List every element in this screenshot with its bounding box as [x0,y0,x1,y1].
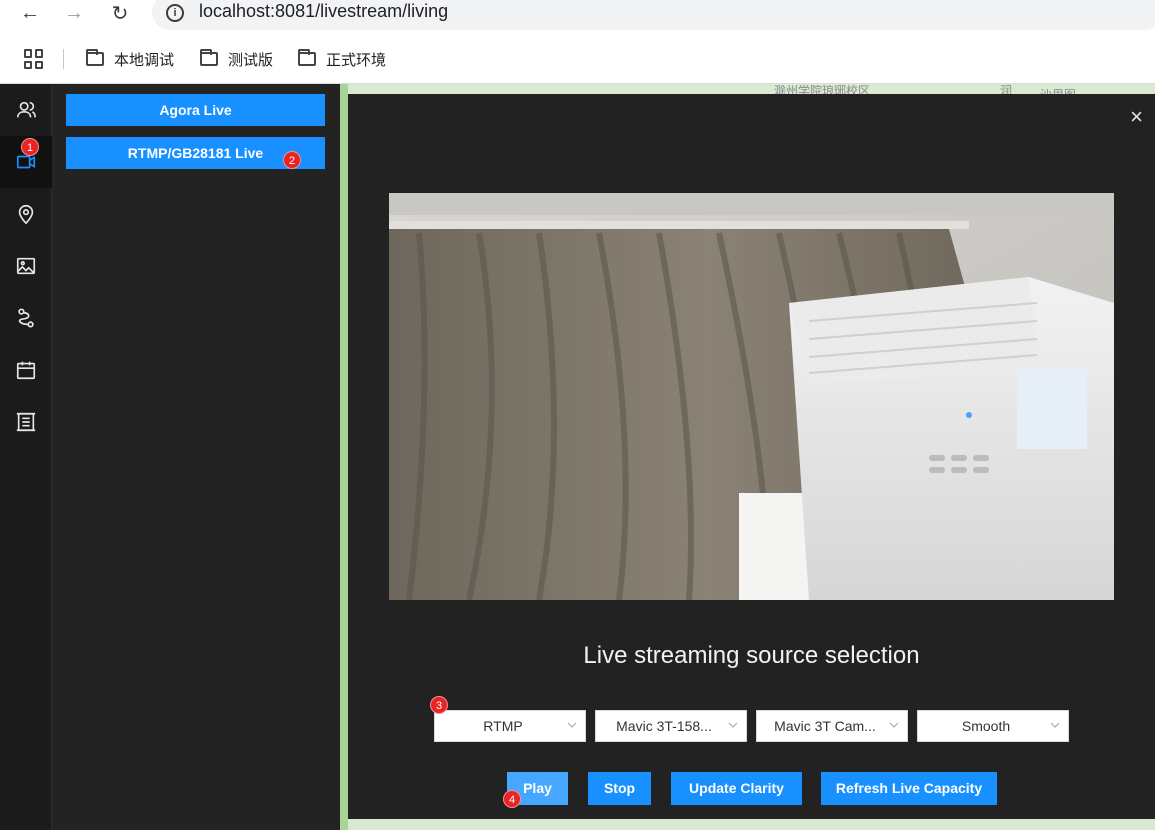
step-badge-1: 1 [21,138,39,156]
device-select[interactable]: Mavic 3T-158... [595,710,747,742]
chevron-down-icon [728,722,738,728]
step-badge-3: 3 [430,696,448,714]
step-badge-2: 2 [283,151,301,169]
bookmark-label: 本地调试 [114,51,175,69]
bookmark-label: 测试版 [228,51,274,69]
bookmark-local-debug[interactable]: 本地调试 [86,48,174,70]
refresh-live-capacity-button[interactable]: Refresh Live Capacity [821,772,997,805]
protocol-select[interactable]: RTMP [434,710,586,742]
address-bar[interactable]: i localhost:8081/livestream/living [152,0,1155,30]
agora-live-button[interactable]: Agora Live [66,94,325,126]
chevron-down-icon [567,722,577,728]
route-icon[interactable] [0,292,52,344]
live-stream-modal: × Live streaming source selection RTMP M… [348,94,1155,819]
chevron-down-icon [1050,722,1060,728]
clarity-select[interactable]: Smooth [917,710,1069,742]
video-frame-image [389,193,1114,600]
reload-icon[interactable]: ↻ [108,1,132,25]
forward-arrow-icon[interactable]: → [62,1,86,25]
browser-toolbar: ← → ↻ i localhost:8081/livestream/living… [0,0,1155,84]
list-icon[interactable] [0,396,52,448]
bookmarks-divider [63,49,64,69]
chevron-down-icon [889,722,899,728]
live-type-panel: Agora Live RTMP/GB28181 Live [52,84,340,830]
back-arrow-icon[interactable]: ← [18,1,42,25]
select-value: Mavic 3T Cam... [774,718,876,734]
camera-select[interactable]: Mavic 3T Cam... [756,710,908,742]
calendar-icon[interactable] [0,344,52,396]
url-text[interactable]: localhost:8081/livestream/living [199,1,448,22]
folder-icon [86,49,104,66]
site-info-icon[interactable]: i [166,4,184,22]
bookmark-label: 正式环境 [326,51,387,69]
close-icon[interactable]: × [1130,106,1143,128]
app-container: Agora Live RTMP/GB28181 Live 滁州学院琅琊校区 润 … [0,84,1155,830]
users-icon[interactable] [0,84,52,136]
video-player[interactable] [389,193,1114,600]
bookmark-test-version[interactable]: 测试版 [200,48,273,70]
image-icon[interactable] [0,240,52,292]
select-value: Mavic 3T-158... [616,718,712,734]
folder-icon [200,49,218,66]
location-pin-icon[interactable] [0,188,52,240]
bookmarks-bar: 本地调试 测试版 正式环境 [0,40,1155,78]
bookmark-production[interactable]: 正式环境 [298,48,386,70]
update-clarity-button[interactable]: Update Clarity [671,772,802,805]
stop-button[interactable]: Stop [588,772,651,805]
select-value: Smooth [961,718,1011,734]
step-badge-4: 4 [503,790,521,808]
apps-grid-icon[interactable] [24,49,44,69]
folder-icon [298,49,316,66]
icon-rail [0,84,52,830]
map-edge [340,84,348,830]
modal-title: Live streaming source selection [583,642,920,669]
select-value: RTMP [483,718,523,734]
